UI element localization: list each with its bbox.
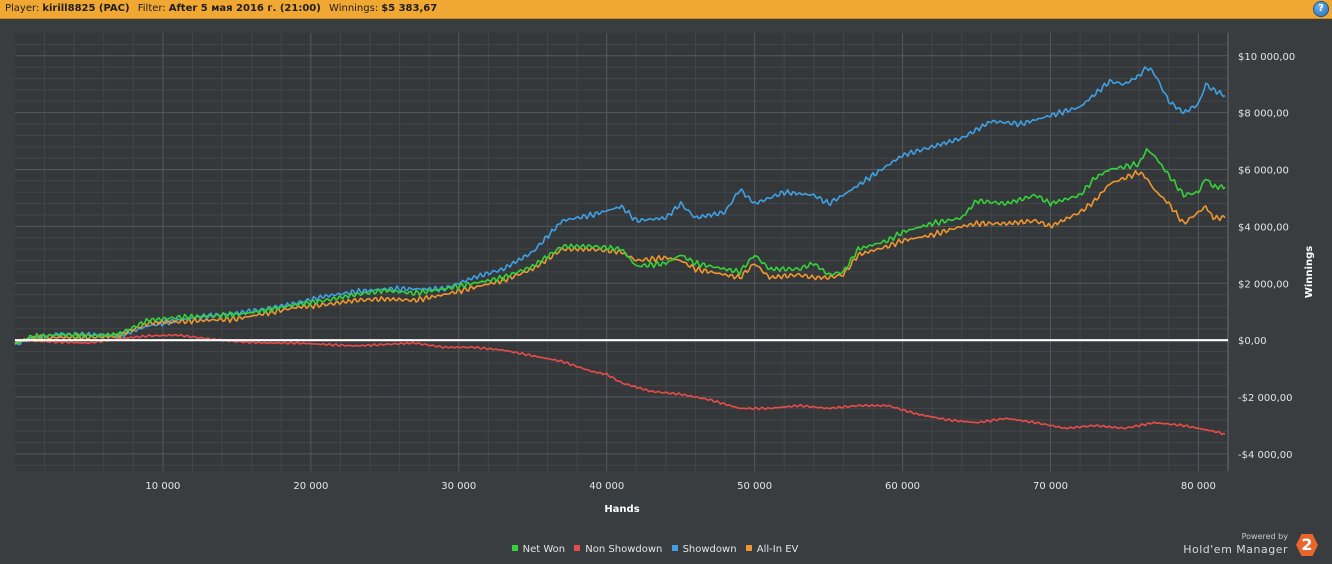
player-label: Player: [5,3,40,14]
x-tick-label: 20 000 [293,481,328,492]
x-tick-label: 80 000 [1181,481,1216,492]
branding: Powered by Hold'em Manager 2 [1182,532,1322,558]
player-value: kirill8825 (PAC) [42,3,130,14]
legend-swatch-net-won [511,545,518,551]
filter-label: Filter: [137,3,166,14]
winnings-value: $5 383,67 [381,3,438,14]
legend-label-net-won: Net Won [522,544,566,555]
y-tick-label: -$2 000,00 [1238,393,1293,404]
x-tick-label: 60 000 [885,481,920,492]
legend: Net Won Non Showdown Showdown All-In EV [0,544,1310,555]
winnings-chart: -$4 000,00 -$2 000,00 $0,00 $2 000,00 $4 000… [14,33,1315,515]
y-tick-label: $8 000,00 [1238,109,1289,120]
y-tick-label: $4 000,00 [1238,222,1289,233]
product-name: Hold'em Manager [1183,543,1288,556]
y-tick-label: $6 000,00 [1238,166,1289,177]
legend-item-all-in-ev[interactable]: All-In EV [745,544,799,555]
legend-item-net-won[interactable]: Net Won [511,544,566,555]
y-tick-label: $2 000,00 [1238,279,1289,290]
y-tick-label: -$4 000,00 [1238,450,1293,461]
x-axis-title: Hands [604,504,639,515]
x-tick-label: 30 000 [441,481,476,492]
x-tick-label: 50 000 [737,481,772,492]
x-tick-label: 10 000 [145,481,180,492]
legend-item-non-showdown[interactable]: Non Showdown [574,544,662,555]
legend-label-non-showdown: Non Showdown [585,544,663,555]
help-icon[interactable]: ? [1314,2,1328,16]
legend-swatch-all-in-ev [745,545,752,551]
powered-by-text: Powered by [1241,532,1288,541]
legend-label-showdown: Showdown [682,544,737,555]
y-axis-ticks: -$4 000,00 -$2 000,00 $0,00 $2 000,00 $4 000… [1238,52,1295,461]
hem2-logo-icon: 2 [1296,534,1318,556]
y-tick-label: $0,00 [1238,336,1267,347]
legend-label-all-in-ev: All-In EV [756,544,799,555]
y-tick-label: $10 000,00 [1238,52,1295,63]
y-axis-title: Winnings [1304,246,1315,298]
legend-swatch-non-showdown [574,545,581,551]
filter-value[interactable]: After 5 мая 2016 г. (21:00) [169,0,321,18]
legend-swatch-showdown [671,545,678,551]
x-tick-label: 40 000 [589,481,624,492]
winnings-label: Winnings: [329,3,379,14]
legend-item-showdown[interactable]: Showdown [671,544,737,555]
header-bar: Player: kirill8825 (PAC) Filter: After 5 м… [0,0,1332,19]
x-tick-label: 70 000 [1033,481,1068,492]
x-axis-ticks: 10 000 20 000 30 000 40 000 50 000 60 000 70 0… [145,481,1215,492]
